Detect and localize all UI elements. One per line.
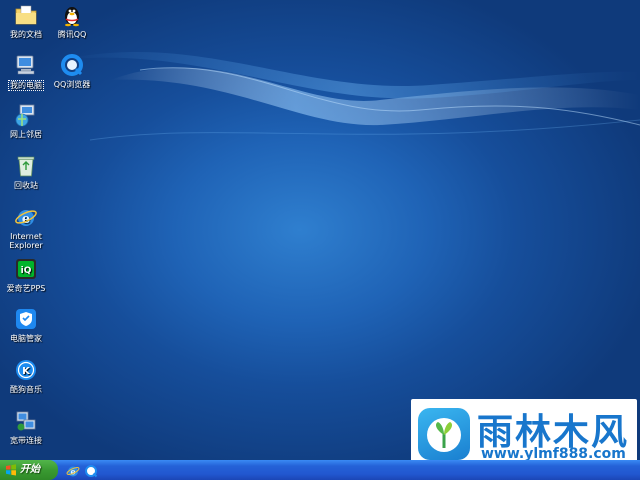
icon-label: 宽带连接 xyxy=(10,436,42,445)
icon-label: Internet xyxy=(10,232,42,241)
desktop: 我的文档 我的电脑 网上邻居 回收站 e Internet Explorer i… xyxy=(0,0,640,480)
kugou-icon: K xyxy=(14,358,38,382)
desktop-icon-pc-manager[interactable]: 电脑管家 xyxy=(0,307,52,343)
desktop-icon-qq-browser[interactable]: QQ浏览器 xyxy=(46,53,98,89)
icon-label: 酷狗音乐 xyxy=(10,385,42,394)
qq-penguin-icon xyxy=(60,3,84,27)
computer-icon xyxy=(14,53,38,77)
recycle-bin-icon xyxy=(14,154,38,178)
icon-label: QQ浏览器 xyxy=(53,80,91,89)
folder-documents-icon xyxy=(14,3,38,27)
icon-label: 我的文档 xyxy=(10,30,42,39)
pc-manager-icon xyxy=(14,307,38,331)
iqiyi-icon: iQ xyxy=(14,257,38,281)
desktop-icon-tencent-qq[interactable]: 腾讯QQ xyxy=(46,3,98,39)
desktop-icon-my-documents[interactable]: 我的文档 xyxy=(0,3,52,39)
icon-label: 网上邻居 xyxy=(10,130,42,139)
icon-label: 爱奇艺PPS xyxy=(6,284,46,293)
desktop-icon-internet-explorer[interactable]: e Internet Explorer xyxy=(0,205,52,250)
desktop-icon-recycle-bin[interactable]: 回收站 xyxy=(0,154,52,190)
icon-label: 电脑管家 xyxy=(10,334,42,343)
desktop-icon-network[interactable]: 网上邻居 xyxy=(0,103,52,139)
desktop-icon-iqiyi[interactable]: iQ 爱奇艺PPS xyxy=(0,257,52,293)
start-label: 开始 xyxy=(20,464,40,475)
taskbar: 开始 e xyxy=(0,460,640,480)
desktop-icon-my-computer[interactable]: 我的电脑 xyxy=(0,53,52,91)
icon-label: Explorer xyxy=(9,241,43,250)
start-button[interactable]: 开始 xyxy=(0,460,58,480)
desktop-icon-broadband[interactable]: 宽带连接 xyxy=(0,409,52,445)
network-icon xyxy=(14,103,38,127)
icon-label: 我的电脑 xyxy=(8,80,44,91)
qq-browser-icon xyxy=(60,53,84,77)
ie-icon[interactable]: e xyxy=(66,463,80,477)
icon-label: 腾讯QQ xyxy=(57,30,87,39)
internet-explorer-icon: e xyxy=(14,205,38,229)
brand-watermark: 雨林木风 www.ylmf888.com xyxy=(411,399,637,468)
icon-label: 回收站 xyxy=(14,181,38,190)
desktop-icon-kugou[interactable]: K 酷狗音乐 xyxy=(0,358,52,394)
ylmf-logo-icon xyxy=(418,408,470,460)
svg-text:K: K xyxy=(22,366,31,377)
svg-text:iQ: iQ xyxy=(21,266,32,276)
qq-browser-icon[interactable] xyxy=(84,463,98,478)
broadband-connection-icon xyxy=(14,409,38,433)
windows-flag-icon xyxy=(6,464,16,476)
